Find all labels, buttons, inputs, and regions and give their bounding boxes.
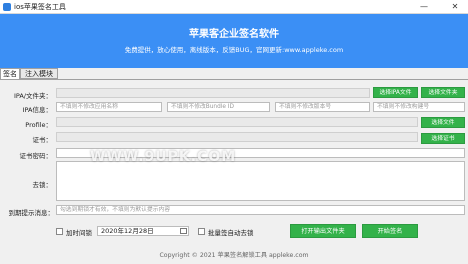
start-sign-button[interactable]: 开始签名 <box>362 224 418 238</box>
batch-auto-lock-checkbox[interactable] <box>198 228 205 235</box>
tab-inject-module[interactable]: 注入模块 <box>20 68 58 79</box>
app-name-field[interactable]: 不填则不修改应用名称 <box>56 102 162 112</box>
select-ipa-file-button[interactable]: 选择IPA文件 <box>373 87 418 98</box>
banner-subtitle: 免费提供，放心使用，离线版本，反馈BUG，官网更新:www.appleke.co… <box>124 46 344 54</box>
window-title: ios苹果签名工具 <box>14 3 66 11</box>
tab-sign[interactable]: 签名 <box>0 68 20 79</box>
minimize-button[interactable]: — <box>416 1 432 13</box>
cert-password-label: 证书密码： <box>19 152 53 160</box>
title-bar: ios苹果签名工具 — ✕ <box>0 0 468 14</box>
profile-path-field[interactable] <box>56 117 418 127</box>
dylib-textarea[interactable] <box>56 161 465 201</box>
profile-label: Profile： <box>25 121 52 129</box>
build-number-field[interactable]: 不填则不修改构建号 <box>373 102 465 112</box>
time-lock-label: 加时间锁 <box>66 229 92 237</box>
ipa-info-label: IPA信息： <box>22 106 52 114</box>
expire-date-picker[interactable]: 2020年12月28日 <box>97 226 189 236</box>
tab-bar: 签名 注入模块 <box>0 68 468 79</box>
ipa-label: IPA/文件夹： <box>13 92 52 100</box>
cert-path-field[interactable] <box>56 132 418 142</box>
open-output-folder-button[interactable]: 打开输出文件夹 <box>290 224 356 238</box>
ipa-path-field[interactable] <box>56 88 370 98</box>
calendar-icon[interactable] <box>180 228 187 234</box>
version-field[interactable]: 不填则不修改版本号 <box>275 102 370 112</box>
expire-message-label: 到期提示消息： <box>8 209 55 217</box>
watermark: WWW.9UPK.COM <box>90 149 237 165</box>
expire-message-field[interactable]: 勾选到期锁才有效，不填则为默认提示内容 <box>56 205 465 215</box>
batch-auto-lock-label: 批量签自动去锁 <box>208 229 254 237</box>
select-cert-button[interactable]: 选择证书 <box>421 133 465 144</box>
dylib-label: 去锁： <box>32 181 53 189</box>
header-banner: 苹果客企业签名软件 免费提供，放心使用，离线版本，反馈BUG，官网更新:www.… <box>0 14 468 68</box>
banner-title: 苹果客企业签名软件 <box>189 29 279 40</box>
bundle-id-field[interactable]: 不填则不修改Bundle ID <box>167 102 270 112</box>
expire-date-value: 2020年12月28日 <box>101 227 154 235</box>
app-icon <box>3 3 11 11</box>
time-lock-checkbox[interactable] <box>56 228 63 235</box>
select-profile-file-button[interactable]: 选择文件 <box>421 117 465 128</box>
cert-label: 证书： <box>32 136 53 144</box>
select-folder-button[interactable]: 选择文件夹 <box>421 87 465 98</box>
close-button[interactable]: ✕ <box>447 1 463 13</box>
copyright-footer: Copyright © 2021 苹果签名解锁工具 appleke.com <box>159 252 309 259</box>
